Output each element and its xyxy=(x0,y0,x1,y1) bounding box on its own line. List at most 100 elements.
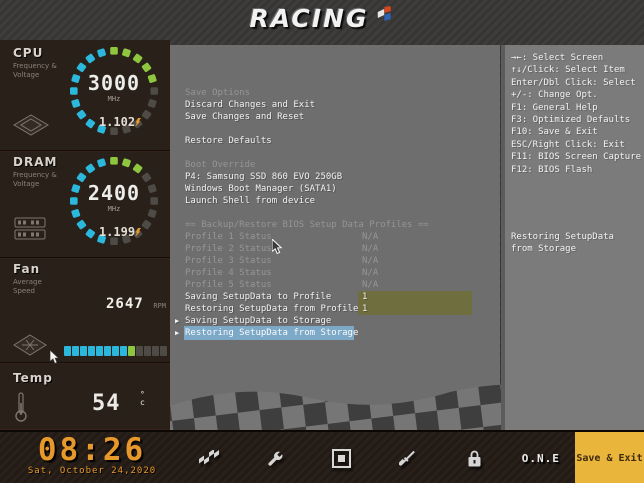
clock: 08:26 Sat, October 24,2020 xyxy=(8,433,176,476)
fan-bar-segment xyxy=(144,346,151,356)
menu-item[interactable]: Restore Defaults xyxy=(170,135,500,147)
menu-item[interactable]: Saving SetupData to Profile1 xyxy=(170,291,500,303)
fan-bar-segment xyxy=(104,346,111,356)
fan-bar-segment xyxy=(80,346,87,356)
wrench-icon xyxy=(266,450,284,468)
help-key-line: F11: BIOS Screen Capture xyxy=(511,151,641,163)
item-value: N/A xyxy=(358,243,378,255)
dram-frequency-unit: MHz xyxy=(66,205,162,213)
fan-monitor-section: Fan AverageSpeed 2647 RPM xyxy=(0,258,170,363)
menu-item-label: Windows Boot Manager (SATA1) xyxy=(185,183,337,195)
bolt-icon xyxy=(135,228,141,237)
cpu-chip-icon xyxy=(12,114,50,136)
fan-speed-value: 2647 xyxy=(106,296,144,312)
item-value: N/A xyxy=(358,267,378,279)
help-key-line: F3: Optimized Defaults xyxy=(511,114,641,126)
lock-icon xyxy=(466,449,483,468)
tab-boot[interactable] xyxy=(375,432,441,483)
date-display: Sat, October 24,2020 xyxy=(8,466,176,476)
option-value-field[interactable]: 1 xyxy=(358,303,472,315)
fan-bar-segment xyxy=(112,346,119,356)
fan-bar-segment xyxy=(88,346,95,356)
menu-item[interactable]: ▶ Restoring SetupData from Storage xyxy=(170,327,500,339)
menu-item-label: Profile 4 Status xyxy=(185,267,272,279)
fan-bar-segment xyxy=(152,346,159,356)
menu-item: Profile 5 StatusN/A xyxy=(170,279,500,291)
menu-item[interactable]: Launch Shell from device xyxy=(170,195,500,207)
gauge-segment xyxy=(132,163,143,174)
tab-chipset[interactable] xyxy=(309,432,375,483)
fan-bar-segment xyxy=(128,346,135,356)
time-display: 08:26 xyxy=(8,433,176,467)
logo-text: RACING xyxy=(250,4,369,33)
help-key-line: ↑↓/Click: Select Item xyxy=(511,64,641,76)
menu-item: Profile 3 StatusN/A xyxy=(170,255,500,267)
menu-item-label: Restoring SetupData from Storage xyxy=(185,327,353,339)
fan-title: Fan xyxy=(13,262,40,276)
gauge-segment xyxy=(85,163,96,174)
menu-item[interactable]: Discard Changes and Exit xyxy=(170,99,500,111)
tab-security[interactable] xyxy=(441,432,507,483)
save-exit-menu-panel: Save OptionsDiscard Changes and ExitSave… xyxy=(170,45,500,430)
dram-monitor-section: DRAM Frequency &Voltage 2400 MHz 1.199 xyxy=(0,151,170,258)
menu-list: Save OptionsDiscard Changes and ExitSave… xyxy=(170,87,500,339)
dram-voltage-value: 1.199 xyxy=(72,225,168,239)
menu-item: Profile 2 StatusN/A xyxy=(170,243,500,255)
hardware-monitor-sidebar: CPU Frequency &Voltage 3000 MHz 1.102 DR… xyxy=(0,40,170,430)
item-description: Restoring SetupData from Storage xyxy=(511,231,641,256)
help-panel: →←: Select Screen↑↓/Click: Select ItemEn… xyxy=(505,45,644,430)
fan-subtitle: Average xyxy=(13,278,42,286)
menu-item: Boot Override xyxy=(170,159,500,171)
ram-module-icon xyxy=(14,217,46,241)
menu-item-label: Launch Shell from device xyxy=(185,195,315,207)
spacer xyxy=(170,207,500,219)
tab-main[interactable] xyxy=(176,432,242,483)
gauge-segment xyxy=(122,158,132,168)
chip-icon xyxy=(332,449,351,468)
tab-save-exit-active[interactable]: Save & Exit xyxy=(575,432,644,483)
menu-item-label: Profile 3 Status xyxy=(185,255,272,267)
bolt-icon xyxy=(135,118,141,127)
cpu-subtitle: Frequency & xyxy=(13,62,57,70)
tab-one[interactable]: O.N.E xyxy=(508,432,574,483)
help-key-line: ESC/Right Click: Exit xyxy=(511,139,641,151)
menu-item-label: Discard Changes and Exit xyxy=(185,99,315,111)
help-key-line: →←: Select Screen xyxy=(511,52,641,64)
bios-screen: RACING CPU Frequency &Voltage 3000 MHz 1… xyxy=(0,0,644,483)
fan-bar-segment xyxy=(96,346,103,356)
help-key-line: +/-: Change Opt. xyxy=(511,89,641,101)
menu-item[interactable]: ▶Saving SetupData to Storage xyxy=(170,315,500,327)
menu-item[interactable]: Windows Boot Manager (SATA1) xyxy=(170,183,500,195)
menu-item-label: Restore Defaults xyxy=(185,135,272,147)
menu-item-label: Save Options xyxy=(185,87,250,99)
racing-logo: RACING xyxy=(250,4,395,33)
cpu-title: CPU xyxy=(13,46,43,60)
dram-gauge: 2400 MHz 1.199 xyxy=(66,153,162,249)
menu-item-label: Boot Override xyxy=(185,159,255,171)
menu-item[interactable]: Restoring SetupData from Profile1 xyxy=(170,303,500,315)
fan-speed-readout: 2647 RPM xyxy=(106,293,166,312)
help-key-line: F1: General Help xyxy=(511,102,641,114)
menu-item-label: Saving SetupData to Storage xyxy=(185,315,331,327)
fan-bar-segment xyxy=(72,346,79,356)
temp-monitor-section: Temp 54 °c xyxy=(0,363,170,429)
help-key-line: F10: Save & Exit xyxy=(511,126,641,138)
tab-advanced[interactable] xyxy=(242,432,308,483)
dram-title: DRAM xyxy=(13,155,57,169)
temp-unit: °c xyxy=(140,391,145,407)
thermometer-icon xyxy=(14,391,28,423)
cpu-monitor-section: CPU Frequency &Voltage 3000 MHz 1.102 xyxy=(0,40,170,151)
option-value-field[interactable]: 1 xyxy=(358,291,472,303)
fan-bar-segment xyxy=(64,346,71,356)
menu-item[interactable]: Save Changes and Reset xyxy=(170,111,500,123)
hotkey-help-list: →←: Select Screen↑↓/Click: Select ItemEn… xyxy=(511,52,641,176)
item-arrow-icon: ▶ xyxy=(175,327,179,339)
menu-item: Save Options xyxy=(170,87,500,99)
one-tab-label: O.N.E xyxy=(522,452,560,465)
menu-item-label: Profile 5 Status xyxy=(185,279,272,291)
menu-item: Profile 1 StatusN/A xyxy=(170,231,500,243)
gauge-segment xyxy=(110,157,118,165)
cpu-voltage-value: 1.102 xyxy=(72,115,168,129)
menu-item[interactable]: P4: Samsung SSD 860 EVO 250GB xyxy=(170,171,500,183)
checkered-flag-icon xyxy=(198,450,220,468)
